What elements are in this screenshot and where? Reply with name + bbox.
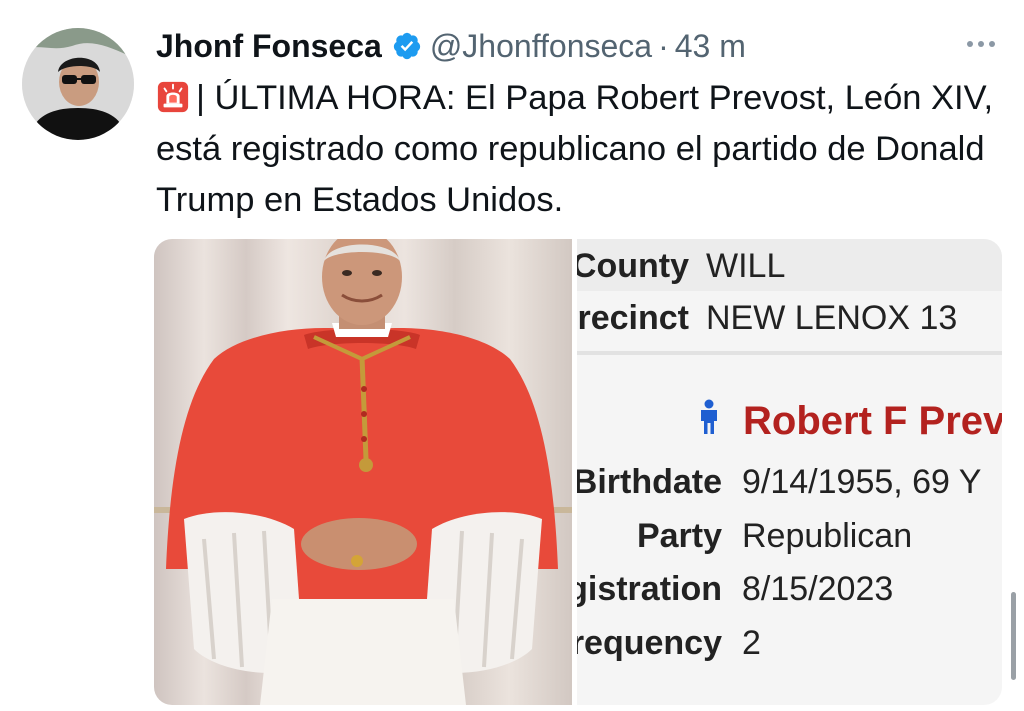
more-dot-icon — [989, 41, 995, 47]
party-value: Republican — [742, 517, 913, 555]
voter-name: Robert F Prevost — [743, 399, 1002, 443]
tweet-header: Jhonf Fonseca @Jhonffonseca · 43 m — [156, 24, 746, 68]
avatar-image — [22, 28, 134, 140]
section-divider — [577, 351, 1002, 355]
party-label: Party — [636, 517, 722, 555]
tweet-text: | ÚLTIMA HORA: El Papa Robert Prevost, L… — [156, 73, 1006, 226]
display-name[interactable]: Jhonf Fonseca — [156, 28, 382, 65]
police-siren-icon — [157, 81, 189, 113]
tweet-body: | ÚLTIMA HORA: El Papa Robert Prevost, L… — [156, 79, 994, 219]
avatar[interactable] — [22, 28, 134, 140]
voter-record-image[interactable]: County WILL Precinct NEW LENOX 13 Robert… — [577, 239, 1002, 705]
more-dot-icon — [967, 41, 973, 47]
verified-badge-icon — [393, 32, 420, 60]
timestamp[interactable]: 43 m — [675, 28, 746, 65]
frequency-value: 2 — [742, 624, 761, 662]
precinct-value: NEW LENOX 13 — [706, 299, 958, 337]
birthdate-label: Birthdate — [577, 463, 722, 501]
precinct-label: Precinct — [577, 299, 689, 337]
tweet-media[interactable]: County WILL Precinct NEW LENOX 13 Robert… — [154, 239, 1002, 705]
cardinal-photo[interactable] — [154, 239, 572, 705]
registration-label: Registration — [577, 570, 722, 608]
person-icon — [701, 399, 717, 434]
scrollbar[interactable] — [1011, 592, 1016, 680]
frequency-label: Frequency — [577, 624, 722, 662]
separator-dot: · — [658, 27, 669, 64]
county-value: WILL — [706, 247, 786, 285]
birthdate-value: 9/14/1955, 69 Y — [742, 463, 982, 501]
registration-value: 8/15/2023 — [742, 570, 894, 608]
more-options-button[interactable] — [958, 30, 1004, 58]
more-dot-icon — [978, 41, 984, 47]
handle[interactable]: @Jhonffonseca — [430, 28, 652, 65]
county-label: County — [577, 247, 689, 285]
